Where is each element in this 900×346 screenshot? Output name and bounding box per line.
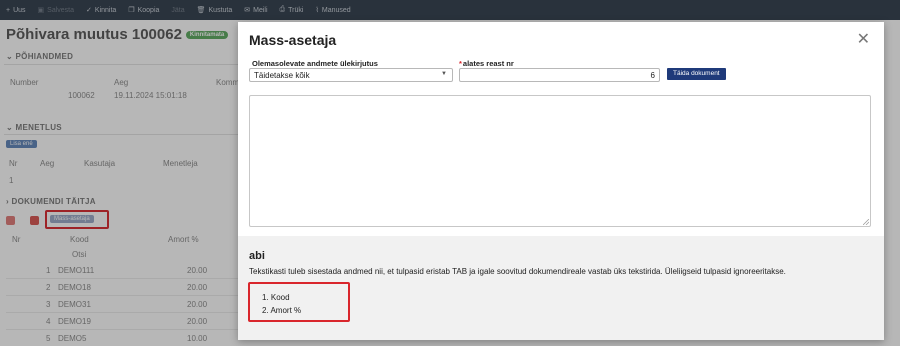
fill-document-button[interactable]: Täida dokument <box>667 68 726 80</box>
list-item: 2. Amort % <box>262 306 302 315</box>
help-panel: abi Tekstikasti tuleb sisestada andmed n… <box>238 236 884 340</box>
help-text: Tekstikasti tuleb sisestada andmed nii, … <box>249 267 786 276</box>
required-asterisk: * <box>459 59 462 68</box>
close-icon[interactable]: ✕ <box>857 29 870 49</box>
overwrite-label: Olemasolevate andmete ülekirjutus <box>252 59 378 68</box>
mass-paste-dialog: Mass-asetaja ✕ Olemasolevate andmete üle… <box>238 22 884 340</box>
list-item: 1. Kood <box>262 293 290 302</box>
paste-textarea[interactable] <box>249 95 871 227</box>
dialog-title: Mass-asetaja <box>249 32 337 48</box>
start-row-label: *alates reast nr <box>459 59 514 68</box>
start-row-input[interactable]: 6 <box>459 68 660 82</box>
resize-handle-icon[interactable] <box>863 219 869 225</box>
help-title: abi <box>249 250 265 262</box>
overwrite-select[interactable]: Täidetakse kõik ▼ <box>249 68 453 82</box>
help-column-list: 1. Kood 2. Amort % <box>262 291 301 317</box>
chevron-down-icon: ▼ <box>441 71 447 77</box>
